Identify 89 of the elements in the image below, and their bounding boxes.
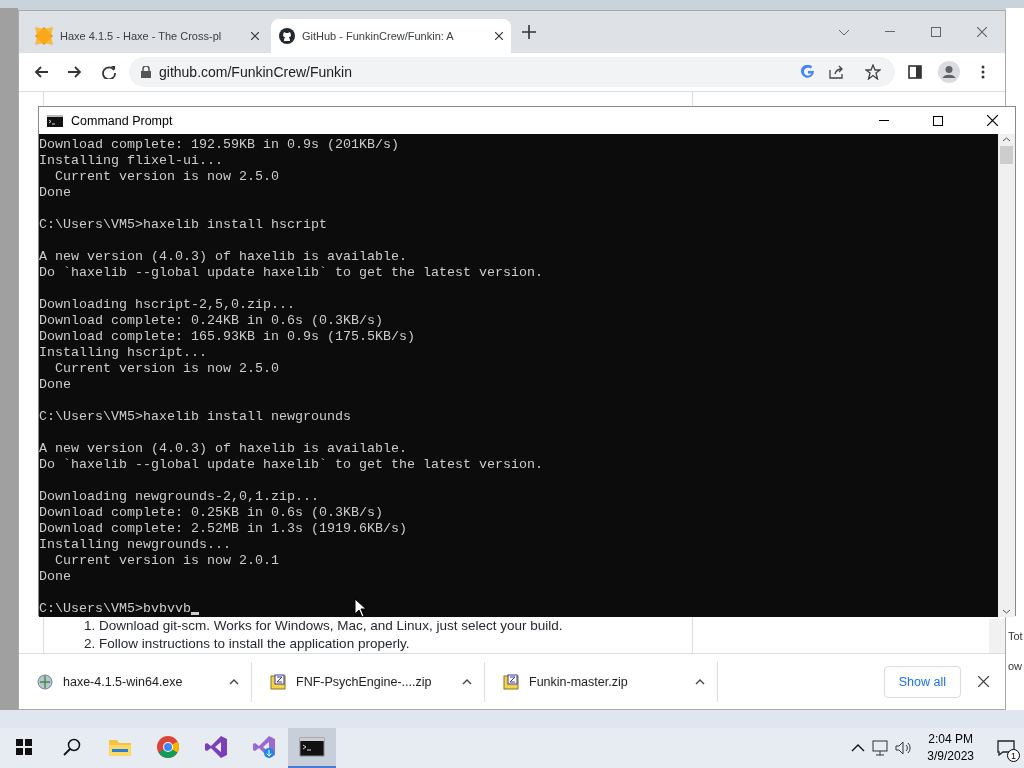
console-line: Download complete: 2.52MB in 1.3s (1919.6KB/s) xyxy=(39,521,407,536)
haxe-logo-icon xyxy=(35,27,53,45)
forward-arrow-icon xyxy=(68,65,82,79)
console-line: Current version is now 2.5.0 xyxy=(54,361,279,376)
volume-icon xyxy=(895,740,914,756)
notifications-button[interactable]: 1 xyxy=(988,728,1024,768)
minimize-icon xyxy=(879,119,889,122)
console-line: Done xyxy=(39,377,71,392)
maximize-icon xyxy=(931,27,941,37)
console-line: Installing newgrounds... xyxy=(39,537,231,552)
console-line: C:\Users\VM5>haxelib install newgrounds xyxy=(39,409,351,424)
console-line: Do `haxelib --global update haxelib` to get the latest version. xyxy=(39,265,543,280)
share-icon xyxy=(829,65,845,79)
console-line: Done xyxy=(39,569,71,584)
page-text-fragment: Tot xyxy=(1008,630,1023,642)
installer-icon xyxy=(37,673,53,690)
console-line: A new version (4.0.3) of haxelib is available. xyxy=(39,441,407,456)
console-line: Current version is now 2.5.0 xyxy=(54,169,279,184)
console-line: Downloading newgrounds-2,0,1.zip... xyxy=(39,489,319,504)
caret-icon xyxy=(462,678,472,685)
console-line: Download complete: 0.24KB in 0.6s (0.3KB/s) xyxy=(39,313,383,328)
notification-count: 1 xyxy=(1007,749,1020,762)
side-panel-icon xyxy=(908,65,922,79)
maximize-icon xyxy=(933,115,943,126)
scroll-down-icon xyxy=(1002,609,1011,614)
clock-date[interactable]: 3/9/2023 xyxy=(927,748,974,765)
page-text: 2. Follow instructions to install the application properly. xyxy=(84,636,411,652)
network-icon xyxy=(871,740,890,756)
menu-icon xyxy=(981,65,985,79)
console-line: Download complete: 0.25KB in 0.6s (0.3KB/s) xyxy=(39,505,383,520)
lock-icon xyxy=(141,66,151,78)
file-name: haxe-4.1.5-win64.exe xyxy=(63,674,184,689)
url-text: github.com/FunkinCrew/Funkin xyxy=(159,64,353,80)
search-icon xyxy=(63,738,81,756)
chevron-down-icon xyxy=(838,28,850,36)
archive-icon xyxy=(503,673,519,690)
github-logo-icon xyxy=(279,28,295,44)
google-g-icon xyxy=(801,65,815,79)
page-text-fragment: ow xyxy=(1008,660,1023,672)
file-name: Funkin-master.zip xyxy=(529,674,629,689)
command-prompt-icon xyxy=(47,114,63,127)
close-icon xyxy=(495,32,503,40)
chevron-up-icon xyxy=(851,744,866,752)
console-line: Do `haxelib --global update haxelib` to get the latest version. xyxy=(39,457,543,472)
scrollbar-thumb[interactable] xyxy=(1000,146,1013,164)
console-line: Installing hscript... xyxy=(39,345,207,360)
window-title: Command Prompt xyxy=(71,113,174,128)
close-icon xyxy=(986,115,998,126)
profile-button[interactable] xyxy=(935,58,963,86)
reload-icon xyxy=(102,65,116,79)
console-line: C:\Users\VM5>haxelib install hscript xyxy=(39,217,327,232)
download-item[interactable]: Funkin-master.zip xyxy=(485,661,718,702)
close-icon xyxy=(251,32,259,40)
console-line: Download complete: 165.93KB in 0.9s (175.5KB/s) xyxy=(39,329,415,344)
page-text: 1. Download git-scm. Works for Windows, Mac, and Linux, just select your build. xyxy=(84,618,564,634)
console-line: Download complete: 192.59KB in 0.9s (201KB/s) xyxy=(39,137,399,152)
windows-logo-icon xyxy=(16,739,32,755)
scrollbar[interactable] xyxy=(989,619,1005,653)
avatar-icon xyxy=(938,61,960,83)
scroll-up-icon xyxy=(1002,137,1011,142)
visual-studio-icon xyxy=(204,735,228,759)
file-name: FNF-PsychEngine-....zip xyxy=(296,674,433,689)
archive-icon xyxy=(270,673,286,690)
back-arrow-icon xyxy=(34,65,48,79)
console-line: A new version (4.0.3) of haxelib is available. xyxy=(39,249,407,264)
address-bar[interactable]: github.com/FunkinCrew/Funkin xyxy=(129,57,895,87)
scrollbar[interactable] xyxy=(998,134,1015,617)
console-line: Current version is now 2.0.1 xyxy=(54,553,279,568)
close-icon xyxy=(977,676,989,687)
console-line: Installing flixel-ui... xyxy=(39,153,223,168)
plus-icon xyxy=(522,25,536,39)
download-item[interactable]: FNF-PsychEngine-....zip xyxy=(252,661,485,702)
caret-icon xyxy=(229,678,239,685)
caret-icon xyxy=(695,678,705,685)
taskbar-app[interactable] xyxy=(288,728,336,768)
minimize-icon xyxy=(885,31,895,33)
star-icon xyxy=(865,64,881,80)
clock-time[interactable]: 2:04 PM xyxy=(928,731,973,748)
console-line: C:\Users\VM5>bvbvvb xyxy=(39,601,191,616)
download-item[interactable]: haxe-4.1.5-win64.exe xyxy=(19,661,252,702)
chrome-logo-icon xyxy=(156,735,180,759)
browser-tab[interactable]: Haxe 4.1.5 - Haxe - The Cross-pl xyxy=(27,19,267,53)
visual-studio-installer-icon xyxy=(252,735,276,759)
command-prompt-icon xyxy=(299,737,325,757)
console-line: Done xyxy=(39,185,71,200)
console-line: Downloading hscript-2,5,0.zip... xyxy=(39,297,295,312)
browser-tab[interactable]: GitHub - FunkinCrew/Funkin: A xyxy=(271,19,511,53)
show-all-button[interactable]: Show all xyxy=(883,665,961,698)
close-icon xyxy=(977,27,987,37)
